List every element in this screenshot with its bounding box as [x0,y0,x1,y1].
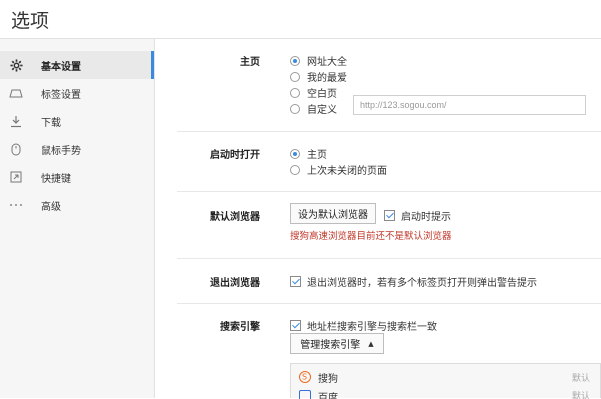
tab-icon [9,86,23,100]
startup-option-homepage[interactable]: 主页 [290,146,327,161]
sidebar-item-advanced[interactable]: 高级 [0,191,154,219]
custom-url-input[interactable]: http://123.sogou.com/ [353,95,586,115]
section-divider [177,131,601,132]
section-divider [177,258,601,259]
homepage-option-blank[interactable]: 空白页 [290,85,337,100]
startup-label: 启动时打开 [210,150,260,161]
sidebar: 基本设置 标签设置 下载 鼠标手势 快捷键 高级 [0,39,155,398]
default-browser-warning: 搜狗高速浏览器目前还不是默认浏览器 [290,231,452,242]
sidebar-item-tab-settings[interactable]: 标签设置 [0,79,154,107]
shortcut-icon [9,170,23,184]
radio-selected[interactable] [290,148,300,159]
sidebar-item-download[interactable]: 下载 [0,107,154,135]
window-title: 选项 [11,10,50,32]
radio[interactable] [290,87,300,98]
sidebar-item-label: 下载 [41,117,61,129]
list-item[interactable]: S 搜狗 默认 [291,367,600,387]
exit-warning-checkbox[interactable]: 退出浏览器时，若有多个标签页打开则弹出警告提示 [290,274,537,289]
homepage-label: 主页 [240,57,260,68]
download-icon [9,114,23,128]
checkbox-checked[interactable] [384,210,395,221]
homepage-option-nav[interactable]: 网址大全 [290,53,347,68]
more-icon [9,198,23,212]
gear-icon [9,58,23,72]
sync-search-engine-checkbox[interactable]: 地址栏搜索引擎与搜索栏一致 [290,318,437,333]
manage-search-engines-button[interactable]: 管理搜索引擎 ▲ [290,333,384,354]
search-engine-list: S 搜狗 默认 百度 默认 [290,363,601,399]
sidebar-item-shortcuts[interactable]: 快捷键 [0,163,154,191]
list-item[interactable]: 百度 默认 [291,388,600,399]
homepage-option-favorites[interactable]: 我的最爱 [290,69,347,84]
homepage-option-custom[interactable]: 自定义 [290,101,337,116]
triangle-up-icon: ▲ [368,339,374,348]
startup-option-last-session[interactable]: 上次未关闭的页面 [290,162,387,177]
startup-prompt-checkbox[interactable]: 启动时提示 [384,208,451,223]
mouse-icon [9,142,23,156]
checkbox-checked[interactable] [290,276,301,287]
default-browser-label: 默认浏览器 [210,212,260,223]
sidebar-item-label: 快捷键 [41,173,71,185]
sidebar-item-basic-settings[interactable]: 基本设置 [0,51,154,79]
settings-panel: 主页 网址大全 我的最爱 空白页 自定义 http://123.sogou.co… [155,39,601,399]
radio[interactable] [290,103,300,114]
checkbox-checked[interactable] [290,320,301,331]
sidebar-item-label: 高级 [41,201,61,213]
svg-text:S: S [302,373,307,382]
sidebar-item-mouse-gestures[interactable]: 鼠标手势 [0,135,154,163]
sidebar-item-label: 基本设置 [41,61,81,73]
set-default-browser-button[interactable]: 设为默认浏览器 [290,203,376,224]
radio[interactable] [290,71,300,82]
sogou-icon: S [299,371,311,383]
section-divider [177,191,601,192]
sidebar-item-label: 鼠标手势 [41,145,81,157]
radio-selected[interactable] [290,55,300,66]
section-divider [177,303,601,304]
exit-browser-label: 退出浏览器 [210,278,260,289]
radio[interactable] [290,164,300,175]
sidebar-item-label: 标签设置 [41,89,81,101]
search-engine-label: 搜索引擎 [220,322,260,333]
